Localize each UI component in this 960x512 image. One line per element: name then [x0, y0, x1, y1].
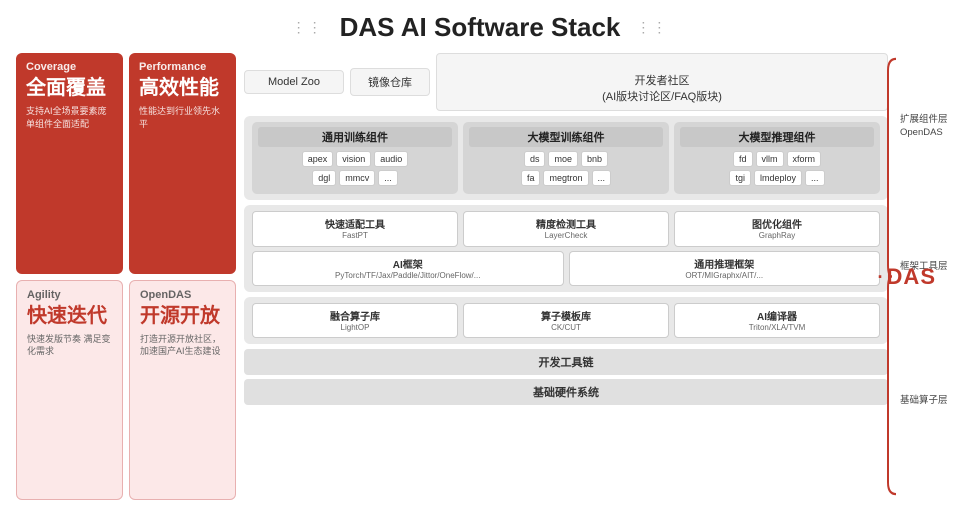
op-template-title: 算子模板库 — [470, 308, 662, 323]
tag-moe: moe — [548, 151, 578, 167]
lmt-row2: fa megtron ... — [469, 170, 663, 186]
inference-framework-box: 通用推理框架 ORT/MIGraphx/AIT/... — [569, 251, 881, 286]
page: ⋮⋮ DAS AI Software Stack ⋮⋮ Coverage 全面覆… — [0, 0, 960, 512]
tag-dots2: ... — [592, 170, 612, 186]
tag-bnb: bnb — [581, 151, 608, 167]
tag-ds: ds — [524, 151, 546, 167]
lmi-row2: tgi lmdeploy ... — [680, 170, 874, 186]
framework-section: 快速适配工具 FastPT 精度检测工具 LayerCheck 图优化组件 Gr… — [244, 205, 888, 292]
dots-right-icon: ⋮⋮ — [636, 19, 668, 36]
das-logo: · DAS — [878, 264, 936, 290]
title-row: ⋮⋮ DAS AI Software Stack ⋮⋮ — [16, 12, 944, 43]
agility-zh: 快速迭代 — [27, 305, 112, 327]
mirror-repo-item: 镜像仓库 — [350, 68, 430, 96]
graphray-sub: GraphRay — [681, 231, 873, 241]
fw-tools-grid: 快速适配工具 FastPT 精度检测工具 LayerCheck 图优化组件 Gr… — [252, 211, 880, 246]
ai-compiler-sub: Triton/XLA/TVM — [681, 323, 873, 333]
performance-en: Performance — [139, 61, 226, 73]
dev-community-item: 开发者社区 (AI版块讨论区/FAQ版块) — [436, 53, 888, 111]
compute-section: 融合算子库 LightOP 算子模板库 CK/CUT AI编译器 Triton/… — [244, 297, 888, 344]
main-content: Coverage 全面覆盖 支持AI全场景要素庞 单组件全面适配 Perform… — [16, 53, 944, 500]
agility-en: Agility — [27, 289, 112, 301]
coverage-zh: 全面覆盖 — [26, 77, 113, 99]
das-bullet: · — [878, 268, 884, 286]
layercheck-box: 精度检测工具 LayerCheck — [463, 211, 669, 246]
compute-grid: 融合算子库 LightOP 算子模板库 CK/CUT AI编译器 Triton/… — [252, 303, 880, 338]
opendas-desc: 打造开源开放社区， 加速国产AI生态建设 — [140, 333, 225, 358]
agility-desc: 快速发版节奏 满足变化需求 — [27, 333, 112, 358]
training-section: 通用训练组件 apex vision audio dgl mmcv ... — [244, 116, 888, 200]
layercheck-sub: LayerCheck — [470, 231, 662, 241]
ai-framework-box: AI框架 PyTorch/TF/Jax/Paddle/Jittor/OneFlo… — [252, 251, 564, 286]
performance-desc: 性能达到行业领先水平 — [139, 105, 226, 130]
fw-bottom-grid: AI框架 PyTorch/TF/Jax/Paddle/Jittor/OneFlo… — [252, 251, 880, 286]
tag-vllm: vllm — [756, 151, 784, 167]
graphray-title: 图优化组件 — [681, 216, 873, 231]
tag-xform: xform — [787, 151, 822, 167]
coverage-en: Coverage — [26, 61, 113, 73]
top-bar: Model Zoo 镜像仓库 开发者社区 (AI版块讨论区/FAQ版块) — [244, 53, 888, 111]
hw-system-bar: 基础硬件系统 — [244, 379, 888, 405]
fastpt-box: 快速适配工具 FastPT — [252, 211, 458, 246]
ai-compiler-box: AI编译器 Triton/XLA/TVM — [674, 303, 880, 338]
training-grid: 通用训练组件 apex vision audio dgl mmcv ... — [252, 122, 880, 194]
inference-framework-title: 通用推理框架 — [576, 256, 874, 271]
model-zoo-item: Model Zoo — [244, 70, 344, 94]
ai-framework-title: AI框架 — [259, 256, 557, 271]
ai-compiler-title: AI编译器 — [681, 308, 873, 323]
large-model-training-col: 大模型训练组件 ds moe bnb fa megtron ... — [463, 122, 669, 194]
card-coverage: Coverage 全面覆盖 支持AI全场景要素庞 单组件全面适配 — [16, 53, 123, 274]
page-title: DAS AI Software Stack — [340, 12, 621, 43]
compute-layer-label: 基础算子层 — [900, 394, 944, 407]
general-row1: apex vision audio — [258, 151, 452, 167]
tag-fa: fa — [521, 170, 541, 186]
ai-framework-sub: PyTorch/TF/Jax/Paddle/Jittor/OneFlow/... — [259, 271, 557, 281]
opendas-zh: 开源开放 — [140, 305, 225, 327]
right-labels-col: 扩展组件层OpenDAS 框架工具层 基础算子层 · DAS — [892, 53, 944, 500]
lmt-row1: ds moe bnb — [469, 151, 663, 167]
tag-dgl: dgl — [312, 170, 336, 186]
general-row2: dgl mmcv ... — [258, 170, 452, 186]
tag-tgi: tgi — [729, 170, 751, 186]
bottom-bars: 开发工具链 基础硬件系统 — [244, 349, 888, 405]
tag-dots1: ... — [378, 170, 398, 186]
left-panel: Coverage 全面覆盖 支持AI全场景要素庞 单组件全面适配 Perform… — [16, 53, 236, 500]
fastpt-sub: FastPT — [259, 231, 451, 241]
large-inference-title: 大模型推理组件 — [680, 127, 874, 147]
op-template-sub: CK/CUT — [470, 323, 662, 333]
tag-audio: audio — [374, 151, 408, 167]
card-opendas: OpenDAS 开源开放 打造开源开放社区， 加速国产AI生态建设 — [129, 280, 236, 501]
card-agility: Agility 快速迭代 快速发版节奏 满足变化需求 — [16, 280, 123, 501]
performance-zh: 高效性能 — [139, 77, 226, 99]
fusion-op-title: 融合算子库 — [259, 308, 451, 323]
expand-layer-label: 扩展组件层OpenDAS — [900, 113, 944, 140]
card-performance: Performance 高效性能 性能达到行业领先水平 — [129, 53, 236, 274]
inference-framework-sub: ORT/MIGraphx/AIT/... — [576, 271, 874, 281]
tag-dots3: ... — [805, 170, 825, 186]
dots-left-icon: ⋮⋮ — [292, 19, 324, 36]
graphray-box: 图优化组件 GraphRay — [674, 211, 880, 246]
tag-vision: vision — [336, 151, 371, 167]
coverage-desc: 支持AI全场景要素庞 单组件全面适配 — [26, 105, 113, 130]
tag-fd: fd — [733, 151, 753, 167]
opendas-en: OpenDAS — [140, 289, 225, 301]
layercheck-title: 精度检测工具 — [470, 216, 662, 231]
large-training-title: 大模型训练组件 — [469, 127, 663, 147]
fusion-op-sub: LightOP — [259, 323, 451, 333]
general-training-title: 通用训练组件 — [258, 127, 452, 147]
tag-mmcv: mmcv — [339, 170, 375, 186]
das-text: DAS — [887, 264, 936, 290]
fastpt-title: 快速适配工具 — [259, 216, 451, 231]
tag-lmdeploy: lmdeploy — [754, 170, 802, 186]
right-panel: Model Zoo 镜像仓库 开发者社区 (AI版块讨论区/FAQ版块) 通用训… — [244, 53, 888, 500]
tag-megtron: megtron — [543, 170, 588, 186]
general-training-col: 通用训练组件 apex vision audio dgl mmcv ... — [252, 122, 458, 194]
dev-toolchain-bar: 开发工具链 — [244, 349, 888, 375]
lmi-row1: fd vllm xform — [680, 151, 874, 167]
large-model-inference-col: 大模型推理组件 fd vllm xform tgi lmdeploy ... — [674, 122, 880, 194]
tag-apex: apex — [302, 151, 334, 167]
right-wrapper: Model Zoo 镜像仓库 开发者社区 (AI版块讨论区/FAQ版块) 通用训… — [244, 53, 944, 500]
op-template-box: 算子模板库 CK/CUT — [463, 303, 669, 338]
fusion-op-box: 融合算子库 LightOP — [252, 303, 458, 338]
